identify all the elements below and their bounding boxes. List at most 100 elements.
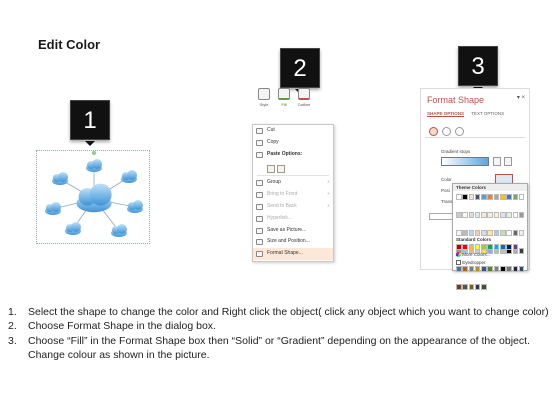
standard-color-swatch[interactable]: [487, 244, 493, 250]
outline-label: Outline: [297, 102, 311, 107]
more-colors-item[interactable]: More Colors...: [456, 252, 491, 258]
color-swatch[interactable]: [506, 230, 512, 236]
color-swatch[interactable]: [512, 194, 519, 200]
menu-item-cut[interactable]: Cut: [253, 125, 333, 137]
color-swatch[interactable]: [481, 266, 487, 272]
menu-item-format-shape[interactable]: Format Shape...: [253, 248, 333, 260]
color-swatch[interactable]: [512, 212, 519, 218]
eyedropper-item[interactable]: Eyedropper: [456, 260, 486, 266]
instruction-item: 1. Select the shape to change the color …: [8, 305, 552, 319]
menu-item-label: Paste Options:: [267, 150, 303, 157]
standard-color-swatch[interactable]: [506, 244, 512, 250]
color-swatch[interactable]: [487, 212, 493, 218]
color-swatch[interactable]: [456, 212, 462, 218]
tab-text-options[interactable]: TEXT OPTIONS: [471, 111, 504, 116]
color-swatch[interactable]: [474, 230, 481, 236]
standard-color-swatch[interactable]: [500, 244, 506, 250]
add-stop-icon[interactable]: [493, 157, 501, 166]
menu-item-size-and-position[interactable]: Size and Position...: [253, 236, 333, 248]
color-swatch[interactable]: [487, 230, 493, 236]
color-swatch[interactable]: [481, 212, 487, 218]
context-menu: Cut Copy Paste Options: Group › Bring to…: [252, 124, 334, 262]
color-swatch[interactable]: [462, 212, 468, 218]
paste-picture-icon[interactable]: [277, 165, 285, 174]
menu-item-label: Hyperlink...: [267, 214, 293, 221]
fill-label: Fill: [281, 102, 287, 107]
color-swatch[interactable]: [506, 194, 512, 200]
standard-color-swatch[interactable]: [468, 244, 475, 250]
standard-color-swatch[interactable]: [474, 244, 481, 250]
standard-color-swatch[interactable]: [493, 244, 500, 250]
color-swatch[interactable]: [487, 194, 493, 200]
color-swatch[interactable]: [468, 194, 475, 200]
color-swatch[interactable]: [456, 266, 462, 272]
menu-item-label: Group: [267, 179, 281, 186]
color-swatch[interactable]: [493, 230, 500, 236]
menu-item-label: Copy: [267, 138, 279, 145]
menu-item-group[interactable]: Group ›: [253, 177, 333, 189]
menu-item-send-to-back[interactable]: Send to Back ›: [253, 201, 333, 213]
color-swatch[interactable]: [468, 266, 475, 272]
color-swatch[interactable]: [462, 284, 468, 290]
color-swatch[interactable]: [518, 212, 525, 218]
color-swatch[interactable]: [474, 266, 481, 272]
color-swatch[interactable]: [481, 284, 487, 290]
tab-shape-options[interactable]: SHAPE OPTIONS: [427, 111, 465, 117]
color-swatch[interactable]: [456, 284, 462, 290]
color-swatch[interactable]: [493, 212, 500, 218]
pen-outline-icon: [298, 88, 310, 100]
color-swatch[interactable]: [468, 230, 475, 236]
color-swatch[interactable]: [518, 266, 525, 272]
menu-item-hyperlink[interactable]: Hyperlink...: [253, 213, 333, 225]
color-swatch[interactable]: [512, 266, 519, 272]
color-swatch[interactable]: [462, 194, 468, 200]
color-swatch[interactable]: [462, 230, 468, 236]
color-swatch[interactable]: [468, 212, 475, 218]
color-swatch[interactable]: [518, 230, 525, 236]
pane-close-button[interactable]: ▾ ×: [517, 94, 525, 101]
more-colors-label: More Colors...: [462, 252, 491, 257]
menu-item-bring-to-front[interactable]: Bring to Front ›: [253, 189, 333, 201]
cloud-diagram[interactable]: [36, 150, 150, 244]
standard-color-swatch[interactable]: [512, 244, 519, 250]
standard-color-swatch[interactable]: [481, 244, 487, 250]
fill-button[interactable]: Fill: [275, 88, 293, 107]
menu-item-save-as-picture[interactable]: Save as Picture...: [253, 225, 333, 237]
color-swatch[interactable]: [481, 230, 487, 236]
menu-item-copy[interactable]: Copy: [253, 137, 333, 149]
fill-line-icon[interactable]: [429, 127, 438, 136]
gradient-stops-slider[interactable]: [441, 157, 489, 166]
color-swatch[interactable]: [481, 194, 487, 200]
color-swatch[interactable]: [487, 266, 493, 272]
color-swatch[interactable]: [500, 212, 506, 218]
effects-icon[interactable]: [442, 127, 451, 136]
style-button[interactable]: Style: [255, 88, 273, 107]
color-swatch[interactable]: [474, 194, 481, 200]
color-swatch[interactable]: [493, 266, 500, 272]
color-swatch[interactable]: [456, 194, 462, 200]
color-swatch[interactable]: [500, 194, 506, 200]
paste-keep-format-icon[interactable]: [267, 165, 275, 174]
color-swatch[interactable]: [500, 230, 506, 236]
color-swatch[interactable]: [506, 212, 512, 218]
standard-color-swatch[interactable]: [456, 244, 462, 250]
remove-stop-icon[interactable]: [504, 157, 512, 166]
color-swatch[interactable]: [518, 194, 525, 200]
step-badge-1: 1: [70, 100, 110, 140]
color-swatch[interactable]: [506, 266, 512, 272]
size-properties-icon[interactable]: [455, 127, 464, 136]
outline-button[interactable]: Outline: [295, 88, 313, 107]
color-swatch[interactable]: [468, 284, 475, 290]
menu-item-label: Bring to Front: [267, 191, 298, 198]
color-swatch[interactable]: [456, 230, 462, 236]
color-swatch[interactable]: [493, 194, 500, 200]
menu-separator: [257, 175, 329, 177]
pane-category-icons: [429, 123, 468, 141]
color-swatch[interactable]: [462, 266, 468, 272]
color-swatch[interactable]: [500, 266, 506, 272]
color-swatch[interactable]: [512, 230, 519, 236]
standard-colors-label: Standard Colors: [456, 237, 492, 242]
color-swatch[interactable]: [474, 212, 481, 218]
color-swatch[interactable]: [474, 284, 481, 290]
standard-color-swatch[interactable]: [462, 244, 468, 250]
